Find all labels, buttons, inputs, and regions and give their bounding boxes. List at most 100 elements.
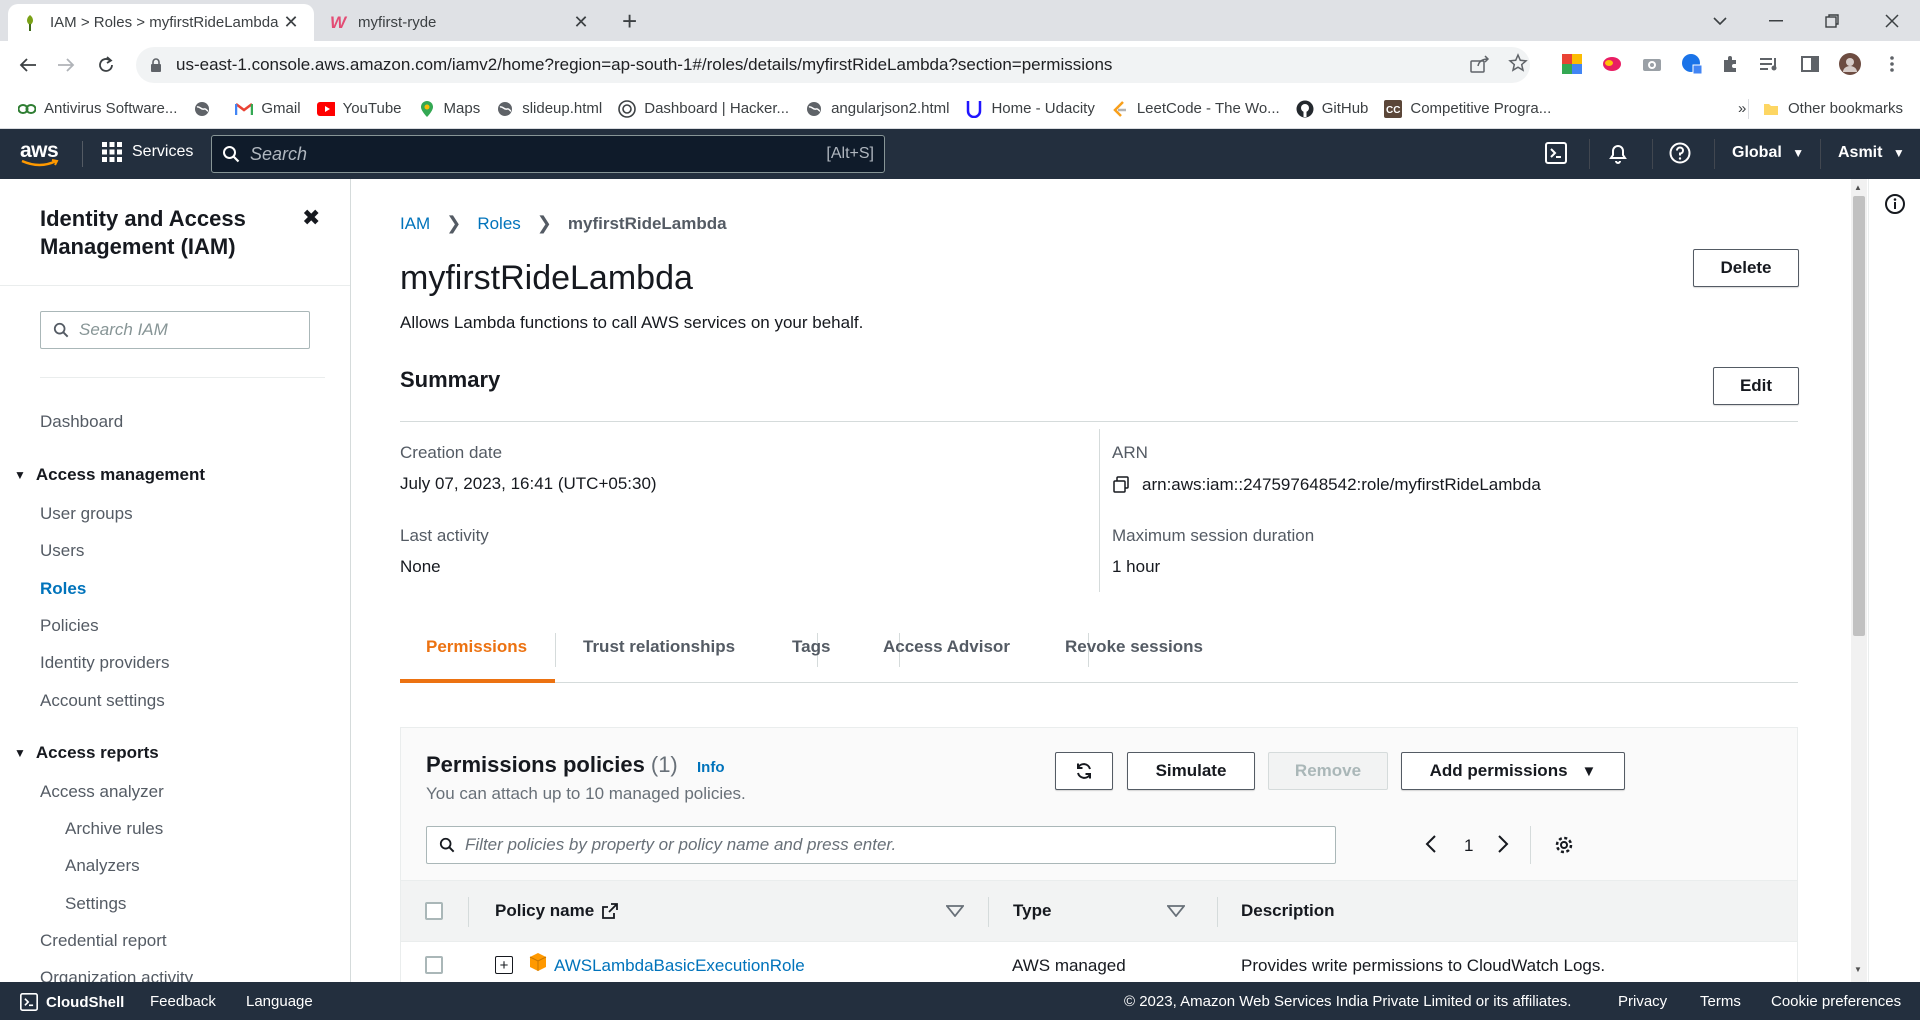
column-description[interactable]: Description	[1241, 901, 1335, 921]
column-policy-name[interactable]: Policy name	[495, 901, 619, 921]
bookmark-competitive[interactable]: CC Competitive Progra...	[1384, 99, 1551, 118]
sidebar-item-identity-providers[interactable]: Identity providers	[40, 653, 169, 673]
row-checkbox[interactable]	[425, 956, 443, 974]
tab-revoke-sessions[interactable]: Revoke sessions	[1065, 637, 1203, 657]
bookmark-angularjson[interactable]: angularjson2.html	[805, 100, 949, 118]
tab-access-advisor[interactable]: Access Advisor	[883, 637, 1010, 657]
cookie-preferences-link[interactable]: Cookie preferences	[1771, 993, 1901, 1010]
breadcrumb-roles[interactable]: Roles	[477, 214, 520, 234]
sidebar-item-policies[interactable]: Policies	[40, 616, 99, 636]
close-sidebar-icon[interactable]: ✖	[302, 205, 320, 231]
sidebar-item-credential-report[interactable]: Credential report	[40, 931, 167, 951]
next-page-icon[interactable]	[1497, 834, 1509, 854]
scrollbar-thumb[interactable]	[1853, 196, 1865, 636]
media-control-icon[interactable]	[1758, 52, 1782, 76]
current-page[interactable]: 1	[1464, 836, 1473, 856]
sidebar-item-archive-rules[interactable]: Archive rules	[65, 819, 163, 839]
bookmark-udacity[interactable]: Home - Udacity	[965, 100, 1095, 118]
policy-name-link[interactable]: AWSLambdaBasicExecutionRole	[554, 956, 805, 976]
bookmark-globe[interactable]	[193, 100, 219, 118]
table-row[interactable]: + AWSLambdaBasicExecutionRole AWS manage…	[401, 942, 1797, 982]
edit-button[interactable]: Edit	[1713, 367, 1799, 405]
sidebar-section-access-reports[interactable]: ▼ Access reports	[14, 743, 159, 763]
reload-icon[interactable]	[92, 51, 120, 79]
delete-button[interactable]: Delete	[1693, 249, 1799, 287]
sidebar-item-dashboard[interactable]: Dashboard	[40, 412, 123, 432]
refresh-button[interactable]	[1055, 752, 1113, 790]
sidebar-item-users[interactable]: Users	[40, 541, 84, 561]
language-link[interactable]: Language	[246, 993, 313, 1010]
profile-avatar-icon[interactable]	[1838, 52, 1862, 76]
sidebar-item-account-settings[interactable]: Account settings	[40, 691, 165, 711]
brain-extension-icon[interactable]	[1600, 52, 1624, 76]
scroll-up-icon[interactable]: ▲	[1854, 183, 1862, 192]
sidebar-item-access-analyzer[interactable]: Access analyzer	[40, 782, 164, 802]
bookmark-star-icon[interactable]	[1508, 53, 1528, 73]
new-tab-icon[interactable]: +	[622, 6, 637, 37]
share-icon[interactable]	[1470, 55, 1490, 73]
minimize-icon[interactable]	[1748, 0, 1804, 41]
privacy-link[interactable]: Privacy	[1618, 993, 1667, 1010]
tab-permissions[interactable]: Permissions	[426, 637, 527, 657]
column-type[interactable]: Type	[1013, 901, 1051, 921]
sidebar-item-roles[interactable]: Roles	[40, 579, 86, 599]
bookmark-leetcode[interactable]: LeetCode - The Wo...	[1111, 100, 1280, 118]
terms-link[interactable]: Terms	[1700, 993, 1741, 1010]
chrome-menu-icon[interactable]	[1880, 52, 1904, 76]
bookmark-maps[interactable]: Maps	[418, 100, 480, 118]
bookmark-gmail[interactable]: Gmail	[235, 100, 301, 118]
filter-policies-input[interactable]	[465, 835, 1315, 855]
breadcrumb-iam[interactable]: IAM	[400, 214, 430, 234]
simulate-button[interactable]: Simulate	[1127, 752, 1255, 790]
sidebar-title[interactable]: Identity and Access Management (IAM)	[40, 205, 300, 261]
back-icon[interactable]	[14, 51, 42, 79]
bookmark-slideup[interactable]: slideup.html	[496, 100, 602, 118]
cloudshell-footer-button[interactable]: CloudShell	[20, 993, 124, 1011]
feedback-link[interactable]: Feedback	[150, 993, 216, 1010]
cloudshell-icon[interactable]	[1545, 142, 1567, 164]
browser-tab-myfirst-ryde[interactable]: W myfirst-ryde ✕	[316, 4, 604, 41]
camera-extension-icon[interactable]	[1640, 52, 1664, 76]
sidebar-item-organization-activity[interactable]: Organization activity	[40, 968, 193, 982]
info-circle-icon[interactable]	[1885, 194, 1905, 214]
region-selector[interactable]: Global ▼	[1732, 144, 1804, 162]
other-bookmarks[interactable]: Other bookmarks	[1762, 100, 1903, 118]
address-bar[interactable]: us-east-1.console.aws.amazon.com/iamv2/h…	[136, 47, 1530, 83]
dev-extension-icon[interactable]	[1680, 52, 1704, 76]
side-panel-icon[interactable]	[1798, 52, 1822, 76]
close-window-icon[interactable]	[1864, 0, 1920, 41]
forward-icon[interactable]	[52, 51, 80, 79]
info-link[interactable]: Info	[697, 759, 725, 776]
sidebar-section-access-management[interactable]: ▼ Access management	[14, 465, 205, 485]
tab-tags[interactable]: Tags	[792, 637, 830, 657]
select-all-checkbox[interactable]	[425, 902, 443, 920]
tab-search-icon[interactable]	[1692, 0, 1748, 41]
previous-page-icon[interactable]	[1425, 834, 1437, 854]
colorful-extension-icon[interactable]	[1560, 52, 1584, 76]
bookmark-github[interactable]: GitHub	[1296, 100, 1368, 118]
settings-gear-icon[interactable]	[1554, 835, 1574, 855]
aws-logo[interactable]: aws	[20, 139, 60, 167]
sort-type-icon[interactable]	[1167, 905, 1185, 917]
sidebar-item-settings[interactable]: Settings	[65, 894, 126, 914]
remove-button[interactable]: Remove	[1268, 752, 1388, 790]
close-tab-icon[interactable]: ✕	[572, 12, 590, 33]
help-icon[interactable]	[1669, 142, 1691, 164]
expand-row-icon[interactable]: +	[495, 956, 513, 974]
close-tab-icon[interactable]: ✕	[282, 12, 300, 33]
services-menu-button[interactable]: Services	[102, 142, 193, 162]
restore-icon[interactable]	[1804, 0, 1860, 41]
bookmark-hackerrank[interactable]: Dashboard | Hacker...	[618, 99, 789, 118]
tab-trust-relationships[interactable]: Trust relationships	[583, 637, 735, 657]
bookmark-youtube[interactable]: YouTube	[316, 100, 402, 118]
notifications-bell-icon[interactable]	[1607, 142, 1629, 164]
sidebar-item-user-groups[interactable]: User groups	[40, 504, 133, 524]
scroll-down-icon[interactable]: ▼	[1854, 965, 1862, 974]
add-permissions-button[interactable]: Add permissions ▼	[1401, 752, 1625, 790]
sort-policy-name-icon[interactable]	[946, 905, 964, 917]
account-menu[interactable]: Asmit ▼	[1838, 144, 1905, 162]
aws-search-input[interactable]: Search [Alt+S]	[211, 135, 885, 173]
bookmark-antivirus[interactable]: Antivirus Software...	[18, 100, 177, 118]
extensions-puzzle-icon[interactable]	[1718, 52, 1742, 76]
sidebar-item-analyzers[interactable]: Analyzers	[65, 856, 140, 876]
